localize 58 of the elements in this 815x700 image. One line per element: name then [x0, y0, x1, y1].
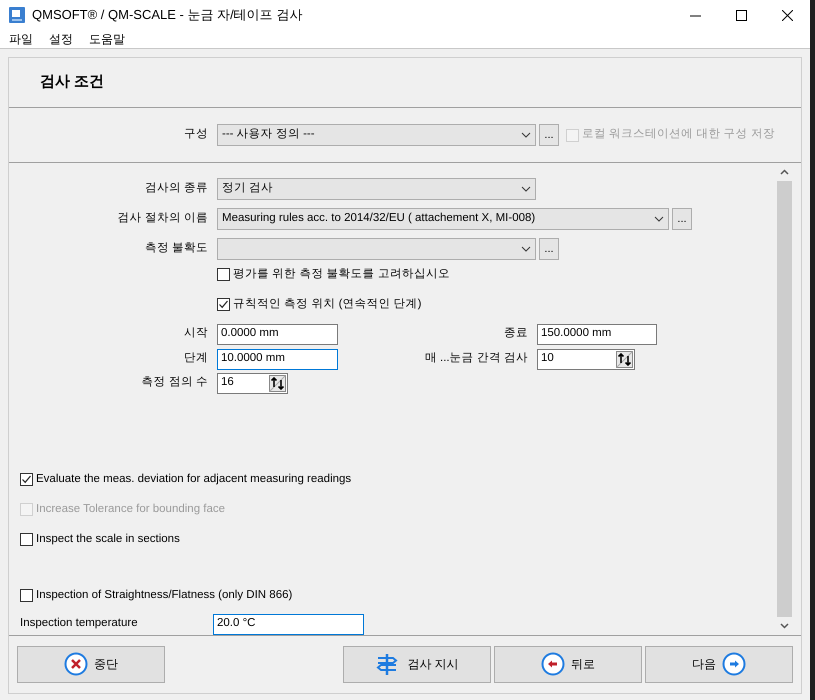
window-title: QMSOFT® / QM-SCALE - 눈금 자/테이프 검사 [32, 6, 302, 24]
checkbox-label: Evaluate the meas. deviation for adjacent measuring readings [36, 472, 352, 486]
input-field[interactable]: 150.0000 mm [537, 324, 657, 344]
field-label: 구성 [184, 127, 208, 142]
checkbox-label: Increase Tolerance for bounding face [36, 502, 226, 517]
checkbox-label: 평가를 위한 측정 불확도를 고려하십시오 [233, 267, 450, 282]
input-field[interactable]: 10.0000 mm [217, 348, 338, 370]
browse-button[interactable]: ... [672, 208, 692, 230]
checkbox-label: Inspection of Straightness/Flatness (only DIN 866) [36, 588, 292, 604]
checkbox[interactable] [217, 268, 230, 282]
input-field[interactable]: 20.0 °C [213, 614, 364, 634]
spin-field[interactable]: 10 [537, 348, 635, 370]
chevron-down-icon [521, 132, 531, 138]
input-field[interactable]: 0.0000 mm [217, 324, 338, 344]
arrow-left-icon [541, 652, 565, 676]
checkbox[interactable] [217, 298, 230, 312]
section-title: 검사 조건 [40, 72, 104, 92]
checkbox-label: 규칙적인 측정 위치 (연속적인 단계) [233, 297, 422, 312]
field-label: Inspection temperature [20, 616, 139, 632]
chevron-down-icon [521, 246, 531, 252]
close-icon [64, 652, 88, 676]
cancel-button[interactable]: 중단 [17, 646, 165, 682]
dropdown[interactable]: 정기 검사 [217, 178, 536, 200]
spinner-icon [269, 374, 286, 392]
browse-button[interactable]: ... [539, 238, 559, 260]
back-button[interactable]: 뒤로 [494, 646, 642, 682]
next-button[interactable]: 다음 [645, 646, 793, 682]
field-label: 측정 불확도 [144, 241, 208, 256]
field-label: 매 ...눈금 간격 검사 [424, 351, 528, 366]
app-icon [9, 7, 25, 23]
spin-field[interactable]: 16 [217, 372, 288, 394]
chevron-down-icon [521, 186, 531, 192]
chevron-down-icon [654, 216, 664, 222]
checkbox-label: 로컬 워크스테이션에 대한 구성 저장 [582, 127, 775, 142]
checkbox-label: Inspect the scale in sections [36, 532, 180, 547]
field-label: 종료 [504, 326, 528, 342]
close-icon[interactable] [782, 10, 792, 20]
arrow-right-icon [722, 652, 746, 676]
menu-item[interactable]: 파일 [9, 30, 33, 48]
field-label: 단계 [184, 351, 208, 366]
dropdown[interactable]: Measuring rules acc. to 2014/32/EU ( attachement X, MI-008) [217, 208, 669, 230]
spinner-icon [616, 350, 633, 368]
menu-item[interactable]: 설정 [49, 30, 73, 48]
field-label: 측정 점의 수 [142, 375, 208, 390]
checkbox[interactable] [20, 533, 33, 546]
scrollbar-thumb[interactable] [777, 181, 792, 616]
field-label: 시작 [184, 326, 208, 342]
instruction-button[interactable]: 검사 지시 [343, 646, 491, 682]
scroll-up-icon [780, 169, 789, 175]
maximize-icon[interactable] [736, 10, 746, 20]
menu-item[interactable]: 도움말 [89, 30, 125, 48]
field-label: 검사의 종류 [144, 181, 208, 196]
checkbox[interactable] [20, 589, 33, 602]
field-label: 검사 절차의 이름 [118, 211, 208, 226]
checkbox[interactable] [20, 472, 33, 486]
browse-button[interactable]: ... [539, 124, 559, 146]
dropdown[interactable]: --- 사용자 정의 --- [217, 124, 536, 146]
scroll-down-icon [780, 622, 789, 628]
